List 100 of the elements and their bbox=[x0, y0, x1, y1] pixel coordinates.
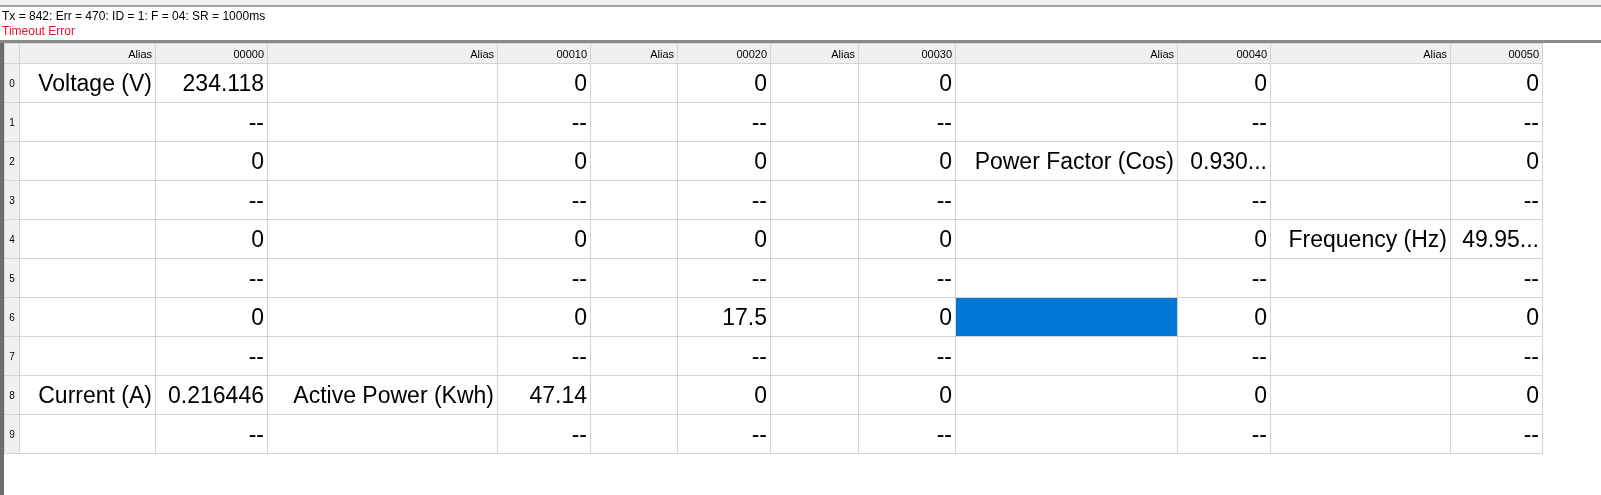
table-cell[interactable]: 0.216446 bbox=[155, 375, 268, 415]
table-cell[interactable]: 0 bbox=[858, 219, 956, 259]
row-header[interactable]: 9 bbox=[4, 414, 20, 454]
table-cell[interactable]: -- bbox=[677, 336, 771, 376]
table-cell[interactable]: 0 bbox=[155, 219, 268, 259]
table-cell[interactable] bbox=[955, 102, 1178, 142]
table-cell[interactable] bbox=[1270, 63, 1451, 103]
table-cell[interactable] bbox=[19, 297, 156, 337]
table-cell[interactable]: -- bbox=[858, 414, 956, 454]
table-cell[interactable]: Voltage (V) bbox=[19, 63, 156, 103]
table-cell[interactable]: 234.118 bbox=[155, 63, 268, 103]
table-cell[interactable]: -- bbox=[155, 258, 268, 298]
table-cell[interactable] bbox=[955, 336, 1178, 376]
column-header[interactable]: 00050 bbox=[1450, 43, 1543, 64]
table-cell[interactable] bbox=[770, 219, 859, 259]
column-header[interactable]: Alias bbox=[1270, 43, 1451, 64]
column-header[interactable]: 00020 bbox=[677, 43, 771, 64]
table-cell[interactable]: -- bbox=[497, 414, 591, 454]
table-cell[interactable]: 17.5 bbox=[677, 297, 771, 337]
table-cell[interactable] bbox=[955, 297, 1178, 337]
table-cell[interactable]: -- bbox=[858, 102, 956, 142]
table-cell[interactable]: 47.14 bbox=[497, 375, 591, 415]
table-cell[interactable] bbox=[770, 180, 859, 220]
column-header[interactable]: Alias bbox=[267, 43, 498, 64]
table-cell[interactable] bbox=[590, 414, 678, 454]
column-header[interactable]: Alias bbox=[590, 43, 678, 64]
column-header[interactable]: 00040 bbox=[1177, 43, 1271, 64]
table-cell[interactable]: 0 bbox=[858, 63, 956, 103]
table-cell[interactable]: -- bbox=[1177, 258, 1271, 298]
table-cell[interactable] bbox=[590, 102, 678, 142]
table-cell[interactable] bbox=[267, 141, 498, 181]
table-cell[interactable] bbox=[19, 258, 156, 298]
table-cell[interactable]: -- bbox=[1177, 414, 1271, 454]
table-cell[interactable] bbox=[1270, 297, 1451, 337]
column-header[interactable]: 00000 bbox=[155, 43, 268, 64]
table-cell[interactable]: 49.95... bbox=[1450, 219, 1543, 259]
row-header[interactable]: 1 bbox=[4, 102, 20, 142]
table-cell[interactable] bbox=[955, 414, 1178, 454]
table-cell[interactable] bbox=[770, 141, 859, 181]
table-cell[interactable] bbox=[770, 336, 859, 376]
table-cell[interactable]: -- bbox=[1450, 180, 1543, 220]
table-cell[interactable] bbox=[770, 102, 859, 142]
table-cell[interactable] bbox=[770, 375, 859, 415]
table-cell[interactable] bbox=[590, 180, 678, 220]
column-header[interactable]: Alias bbox=[19, 43, 156, 64]
table-cell[interactable]: -- bbox=[497, 180, 591, 220]
table-cell[interactable]: 0 bbox=[1177, 297, 1271, 337]
table-cell[interactable] bbox=[267, 414, 498, 454]
table-cell[interactable]: Frequency (Hz) bbox=[1270, 219, 1451, 259]
table-cell[interactable]: 0 bbox=[497, 141, 591, 181]
table-cell[interactable]: -- bbox=[858, 258, 956, 298]
table-cell[interactable]: -- bbox=[677, 258, 771, 298]
table-cell[interactable] bbox=[267, 258, 498, 298]
table-cell[interactable] bbox=[19, 414, 156, 454]
table-cell[interactable] bbox=[770, 63, 859, 103]
table-cell[interactable]: -- bbox=[677, 102, 771, 142]
column-header[interactable]: 00010 bbox=[497, 43, 591, 64]
table-cell[interactable] bbox=[590, 141, 678, 181]
table-cell[interactable] bbox=[19, 102, 156, 142]
table-cell[interactable] bbox=[590, 297, 678, 337]
row-header[interactable]: 4 bbox=[4, 219, 20, 259]
table-cell[interactable]: 0 bbox=[1450, 297, 1543, 337]
table-cell[interactable]: 0 bbox=[858, 375, 956, 415]
table-cell[interactable]: 0 bbox=[858, 141, 956, 181]
table-cell[interactable] bbox=[1270, 336, 1451, 376]
column-header[interactable]: 00030 bbox=[858, 43, 956, 64]
table-cell[interactable]: -- bbox=[677, 414, 771, 454]
table-cell[interactable]: -- bbox=[858, 336, 956, 376]
row-header[interactable]: 3 bbox=[4, 180, 20, 220]
table-cell[interactable]: -- bbox=[1177, 336, 1271, 376]
table-cell[interactable] bbox=[1270, 141, 1451, 181]
table-cell[interactable]: 0 bbox=[677, 141, 771, 181]
table-cell[interactable]: 0 bbox=[1177, 375, 1271, 415]
table-cell[interactable]: -- bbox=[497, 258, 591, 298]
table-cell[interactable]: 0 bbox=[1450, 141, 1543, 181]
table-cell[interactable] bbox=[590, 336, 678, 376]
table-cell[interactable] bbox=[19, 219, 156, 259]
table-cell[interactable] bbox=[19, 180, 156, 220]
table-cell[interactable] bbox=[1270, 102, 1451, 142]
table-cell[interactable]: 0 bbox=[497, 63, 591, 103]
table-cell[interactable]: -- bbox=[858, 180, 956, 220]
table-cell[interactable] bbox=[590, 258, 678, 298]
table-cell[interactable]: 0 bbox=[497, 219, 591, 259]
table-cell[interactable] bbox=[267, 102, 498, 142]
table-cell[interactable]: -- bbox=[1450, 258, 1543, 298]
table-cell[interactable] bbox=[19, 336, 156, 376]
table-cell[interactable]: 0 bbox=[677, 63, 771, 103]
table-cell[interactable]: 0 bbox=[155, 297, 268, 337]
table-cell[interactable] bbox=[590, 63, 678, 103]
table-cell[interactable] bbox=[267, 297, 498, 337]
table-cell[interactable]: -- bbox=[155, 336, 268, 376]
table-cell[interactable]: -- bbox=[1450, 414, 1543, 454]
table-cell[interactable]: -- bbox=[1450, 336, 1543, 376]
row-header[interactable]: 6 bbox=[4, 297, 20, 337]
table-cell[interactable]: 0 bbox=[155, 141, 268, 181]
table-cell[interactable] bbox=[267, 219, 498, 259]
table-cell[interactable] bbox=[955, 63, 1178, 103]
column-header[interactable]: Alias bbox=[955, 43, 1178, 64]
table-cell[interactable]: -- bbox=[1177, 180, 1271, 220]
table-cell[interactable] bbox=[1270, 375, 1451, 415]
